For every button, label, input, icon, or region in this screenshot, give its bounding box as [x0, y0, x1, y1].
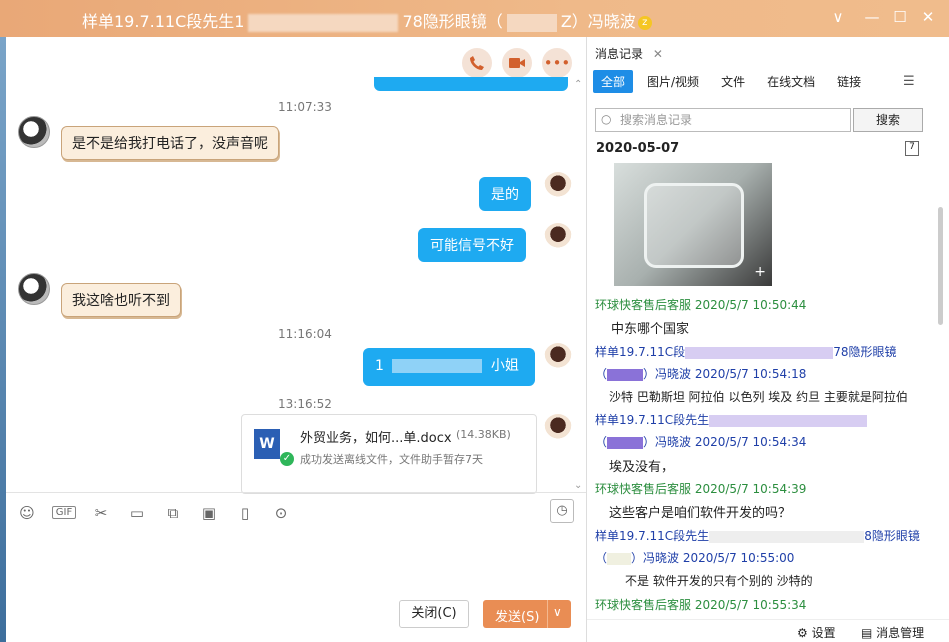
message-bubble-left[interactable]: 是不是给我打电话了，没声音呢	[61, 126, 279, 160]
file-message-card[interactable]: W ✓ 外贸业务，如何...单.docx (14.38KB) 成功发送离线文件，…	[241, 414, 537, 494]
minimize-button[interactable]: —	[862, 8, 882, 26]
history-message[interactable]: 这些客户是咱们软件开发的吗？	[609, 502, 791, 521]
search-button[interactable]: 搜索	[853, 108, 923, 132]
clock-icon[interactable]: ◷	[550, 499, 574, 523]
gear-icon: ⚙	[797, 626, 808, 640]
message-bubble-right[interactable]: 1 小姐	[363, 348, 535, 386]
my-avatar[interactable]	[544, 223, 572, 251]
message-manager-icon: ▤	[861, 626, 873, 640]
word-document-icon: W	[254, 429, 280, 459]
history-sender: （）冯晓波 2020/5/7 10:55:00	[595, 551, 795, 565]
gif-icon[interactable]: GIF	[52, 506, 76, 519]
scroll-down-icon[interactable]: ⌄	[574, 480, 582, 491]
video-icon[interactable]	[502, 48, 532, 78]
close-chat-button[interactable]: 关闭(C)	[399, 600, 469, 628]
history-sender: 环球快客售后客服 2020/5/7 10:54:39	[595, 482, 807, 496]
search-input[interactable]: 搜索消息记录	[595, 108, 851, 132]
history-message[interactable]: 埃及没有，	[609, 456, 674, 475]
message-bubble-right[interactable]: 是的	[479, 177, 531, 211]
phone-icon[interactable]	[462, 48, 492, 78]
previous-message-bubble	[374, 77, 568, 91]
image-thumbnail[interactable]: +	[614, 163, 772, 286]
my-avatar[interactable]	[544, 343, 572, 371]
folder-icon[interactable]: ▭	[126, 504, 148, 522]
input-toolbar: ☺ GIF ✂ ▭ ⧉ ▣ ▯ ⊙	[6, 492, 586, 532]
contact-avatar[interactable]	[18, 116, 50, 148]
close-button[interactable]: ✕	[918, 8, 938, 26]
timestamp: 11:07:33	[278, 100, 332, 114]
scissors-icon[interactable]: ✂	[90, 504, 112, 522]
history-message[interactable]: 不是 软件开发的只有个别的 沙特的	[625, 572, 813, 589]
send-button[interactable]: 发送(S) ∨	[483, 600, 571, 628]
zoom-icon[interactable]: +	[754, 264, 766, 280]
file-name: 外贸业务，如何...单.docx	[300, 431, 452, 446]
settings-button[interactable]: ⚙ 设置	[797, 624, 836, 641]
history-message[interactable]: 沙特 巴勒斯坦 阿拉伯 以色列 埃及 约旦 主要就是阿拉伯	[609, 388, 908, 405]
more-circle-icon[interactable]: ⊙	[270, 504, 292, 522]
filter-media[interactable]: 图片/视频	[639, 70, 707, 93]
message-history-panel: 消息记录 ✕ 全部 图片/视频 文件 在线文档 链接 ☰ 搜索消息记录 ○ 搜索…	[586, 37, 949, 642]
timestamp: 13:16:52	[278, 397, 332, 411]
emoji-icon[interactable]: ☺	[16, 504, 38, 522]
close-tab-icon[interactable]: ✕	[653, 47, 663, 61]
chat-area: ••• ⌃ 11:07:33 是不是给我打电话了，没声音呢 是的 可能信号不好 …	[6, 37, 586, 642]
maximize-button[interactable]: ☐	[890, 8, 910, 26]
file-status: 成功发送离线文件，文件助手暂存7天	[300, 453, 483, 466]
filter-icon[interactable]: ☰	[903, 74, 915, 89]
history-sender: 环球快客售后客服 2020/5/7 10:55:34	[595, 598, 807, 612]
check-icon: ✓	[280, 452, 294, 466]
timestamp: 11:16:04	[278, 327, 332, 341]
history-sender: 环球快客售后客服 2020/5/7 10:50:44	[595, 298, 807, 312]
history-sender: （）冯晓波 2020/5/7 10:54:34	[595, 435, 807, 449]
contact-avatar[interactable]	[18, 273, 50, 305]
image-doc-icon[interactable]: ⧉	[162, 504, 184, 522]
more-icon[interactable]: •••	[542, 48, 572, 78]
search-icon: ○	[601, 112, 612, 126]
history-sender: 样单19.7.11C段先生	[595, 411, 868, 428]
history-bottom-bar: ⚙ 设置 ▤ 消息管理	[587, 619, 949, 642]
my-avatar[interactable]	[544, 414, 572, 442]
filter-links[interactable]: 链接	[829, 70, 869, 93]
call-buttons: •••	[462, 48, 572, 78]
filter-files[interactable]: 文件	[713, 70, 753, 93]
file-size: (14.38KB)	[456, 428, 511, 441]
history-sender: 样单19.7.11C段先生 8隐形眼镜	[595, 529, 920, 543]
scroll-up-icon[interactable]: ⌃	[574, 79, 582, 90]
history-date: 2020-05-07	[596, 141, 680, 156]
title-bar: 样单19.7.11C段先生1 78隐形眼镜（ Z）冯晓波 z ∨ — ☐ ✕	[0, 0, 949, 37]
history-sender: 样单19.7.11C段 78隐形眼镜	[595, 345, 897, 359]
filter-docs[interactable]: 在线文档	[759, 70, 823, 93]
my-avatar[interactable]	[544, 172, 572, 200]
window-title: 样单19.7.11C段先生1 78隐形眼镜（ Z）冯晓波 z	[82, 8, 652, 32]
send-options-icon[interactable]: ∨	[553, 605, 562, 619]
message-bubble-right[interactable]: 可能信号不好	[418, 228, 526, 262]
message-input[interactable]	[6, 533, 586, 593]
tab-message-history[interactable]: 消息记录 ✕	[595, 45, 663, 62]
message-bubble-left[interactable]: 我这啥也听不到	[61, 283, 181, 317]
history-message[interactable]: 中东哪个国家	[611, 318, 689, 337]
vip-badge-icon: z	[637, 15, 652, 30]
chevron-down-icon[interactable]: ∨	[828, 8, 848, 26]
history-sender: （）冯晓波 2020/5/7 10:54:18	[595, 367, 807, 381]
history-filters: 全部 图片/视频 文件 在线文档 链接	[593, 70, 869, 93]
picture-icon[interactable]: ▣	[198, 504, 220, 522]
scrollbar[interactable]	[938, 207, 943, 325]
filter-all[interactable]: 全部	[593, 70, 634, 93]
message-manager-button[interactable]: ▤ 消息管理	[861, 624, 924, 641]
shake-icon[interactable]: ▯	[234, 504, 256, 522]
calendar-icon[interactable]: 7	[905, 141, 919, 156]
